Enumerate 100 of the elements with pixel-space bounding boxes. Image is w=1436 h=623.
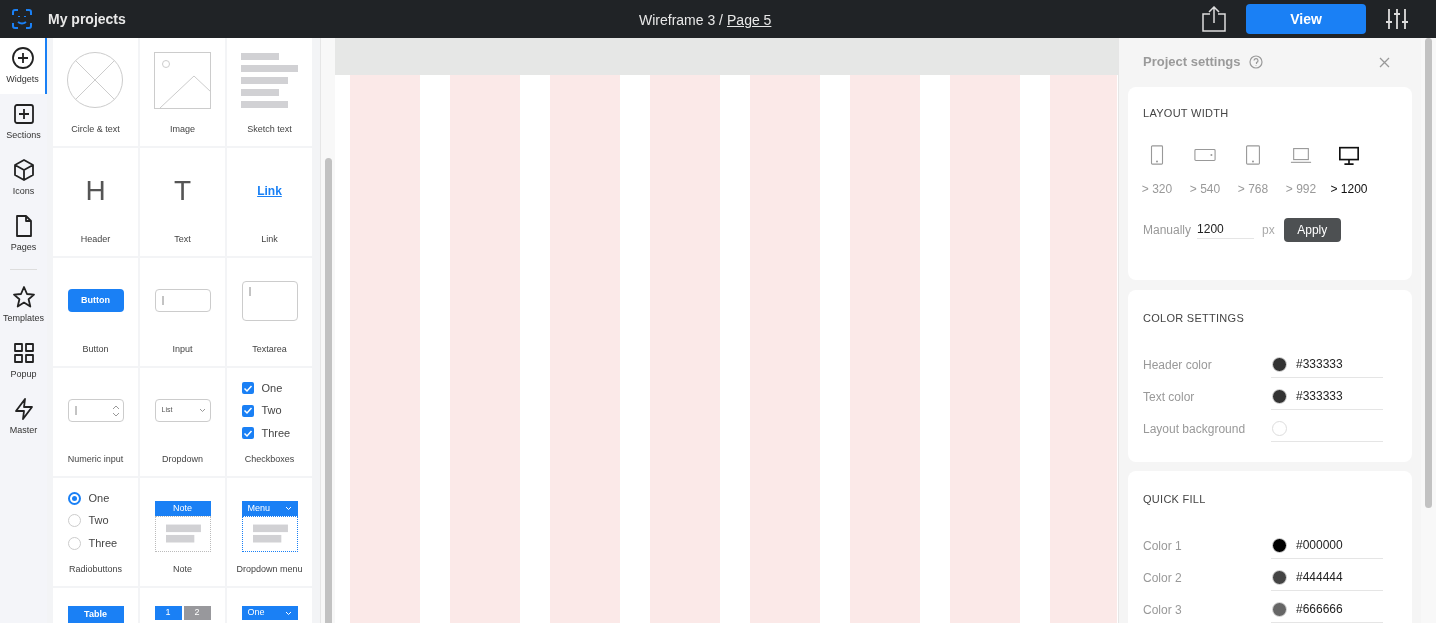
widget-tile[interactable]: Textarea (227, 258, 312, 366)
color-value: #666666 (1296, 601, 1343, 618)
widget-label: Circle & text (71, 123, 120, 136)
option-label: One (88, 490, 110, 506)
circle-placeholder-drawing (67, 52, 124, 109)
sidebar-tab[interactable]: Sections (0, 94, 47, 150)
widget-tile[interactable]: Link Link (227, 148, 312, 256)
panel-title: Project settings (1143, 53, 1241, 72)
widget-tile[interactable]: 1 2 (140, 588, 225, 623)
widget-label: Radiobuttons (68, 563, 122, 576)
page-number: 2 (183, 606, 211, 620)
project-name: Wireframe 3 / (639, 11, 723, 30)
color-field[interactable]: #333333 (1271, 351, 1383, 378)
widget-tile[interactable]: Note Note (140, 478, 225, 586)
color-value: #333333 (1296, 388, 1343, 405)
color-value: #444444 (1296, 569, 1343, 586)
chevron-down-icon (198, 408, 206, 413)
color-label: Header color (1143, 356, 1213, 374)
manual-label: Manually (1143, 221, 1192, 239)
note-header: Note (154, 501, 211, 516)
link-preview: Link (257, 182, 282, 200)
scrollbar-thumb[interactable] (1425, 38, 1432, 508)
sidebar-tab[interactable]: Templates (0, 277, 47, 333)
widget-label: Numeric input (67, 453, 124, 466)
sketch-text-drawing (241, 53, 298, 108)
share-icon[interactable] (1202, 6, 1226, 32)
widget-tile[interactable]: One Two Three Checkboxes (227, 368, 312, 476)
chevron-down-icon (284, 506, 292, 511)
chevron-down-icon (284, 610, 292, 616)
widget-tile[interactable]: Button Button (53, 258, 138, 366)
text-cursor-icon (74, 406, 77, 415)
button-preview: Button (67, 289, 124, 312)
text-cursor-icon (161, 296, 164, 305)
width-option[interactable]: > 1200 (1325, 143, 1373, 198)
section-heading: COLOR SETTINGS (1143, 311, 1246, 326)
option-label: One (261, 380, 283, 396)
scrollbar-thumb[interactable] (325, 158, 332, 623)
widget-label: Note (173, 563, 192, 576)
widget-label: Checkboxes (244, 453, 295, 466)
close-icon[interactable] (1379, 56, 1390, 68)
plus-circle-icon (10, 45, 35, 70)
widget-label: Text (174, 233, 191, 246)
text-cursor-icon (248, 286, 251, 296)
color-label: Color 3 (1143, 601, 1183, 619)
sidebar-tab[interactable]: Popup (0, 333, 47, 389)
option-label: Three (88, 535, 118, 551)
color-value: #333333 (1296, 356, 1343, 373)
unit-label: px (1262, 221, 1275, 239)
widget-label: Sketch text (247, 123, 292, 136)
table-header: Table (67, 606, 124, 623)
content-lines-drawing (154, 516, 211, 552)
color-field[interactable]: #333333 (1271, 383, 1383, 410)
widget-tile[interactable]: Numeric input (53, 368, 138, 476)
sidebar-tab[interactable]: Icons (0, 150, 47, 206)
glyph-preview: T (173, 173, 192, 208)
widget-tile[interactable]: Table (53, 588, 138, 623)
widget-label: Button (82, 343, 109, 356)
widget-label: Input (172, 343, 193, 356)
widget-tile[interactable]: H Header (53, 148, 138, 256)
section-heading: QUICK FILL (1143, 492, 1207, 507)
menu-title: Menu (247, 501, 270, 515)
image-placeholder-drawing (154, 52, 211, 109)
color-field[interactable]: #444444 (1271, 564, 1383, 591)
page-number: 1 (154, 606, 182, 620)
sidebar-tab[interactable]: Pages (0, 206, 47, 262)
widget-tile[interactable]: T Text (140, 148, 225, 256)
glyph-preview: H (85, 173, 106, 208)
widget-label: Image (170, 123, 195, 136)
sidebar-tab[interactable]: Master (0, 389, 47, 445)
color-field[interactable]: #000000 (1271, 532, 1383, 559)
page-link[interactable]: Page 5 (727, 10, 772, 31)
color-field[interactable]: #666666 (1271, 596, 1383, 623)
settings-icon[interactable] (1385, 8, 1409, 30)
widget-label: Dropdown menu (236, 563, 303, 576)
widget-tile[interactable]: Circle & text (53, 38, 138, 146)
option-label: Two (88, 513, 109, 529)
widget-tile[interactable]: One Two Three Radiobuttons (53, 478, 138, 586)
select-value: One (247, 606, 265, 620)
color-label: Color 2 (1143, 569, 1183, 587)
widget-tile[interactable]: Menu Dropdown menu (227, 478, 312, 586)
help-icon[interactable] (1248, 55, 1263, 69)
widget-tile[interactable]: Input (140, 258, 225, 366)
sidebar-tab[interactable]: Widgets (0, 38, 47, 94)
widget-tile[interactable]: Sketch text (227, 38, 312, 146)
cube-icon (11, 157, 36, 182)
section-heading: LAYOUT WIDTH (1143, 106, 1230, 121)
apply-button[interactable]: Apply (1283, 217, 1341, 242)
widget-tile[interactable]: Image (140, 38, 225, 146)
width-input[interactable]: 1200 (1197, 220, 1255, 239)
color-label: Color 1 (1143, 537, 1183, 555)
logo-icon[interactable] (11, 8, 33, 30)
grid-icon (11, 340, 36, 365)
stepper-icon (111, 404, 120, 417)
view-button[interactable]: View (1246, 4, 1366, 34)
color-label: Layout background (1143, 420, 1247, 438)
option-label: Three (261, 425, 291, 441)
my-projects-link[interactable]: My projects (48, 8, 126, 30)
widget-label: Header (80, 233, 111, 246)
option-label: Two (261, 403, 282, 419)
widget-tile[interactable]: One (227, 588, 312, 623)
